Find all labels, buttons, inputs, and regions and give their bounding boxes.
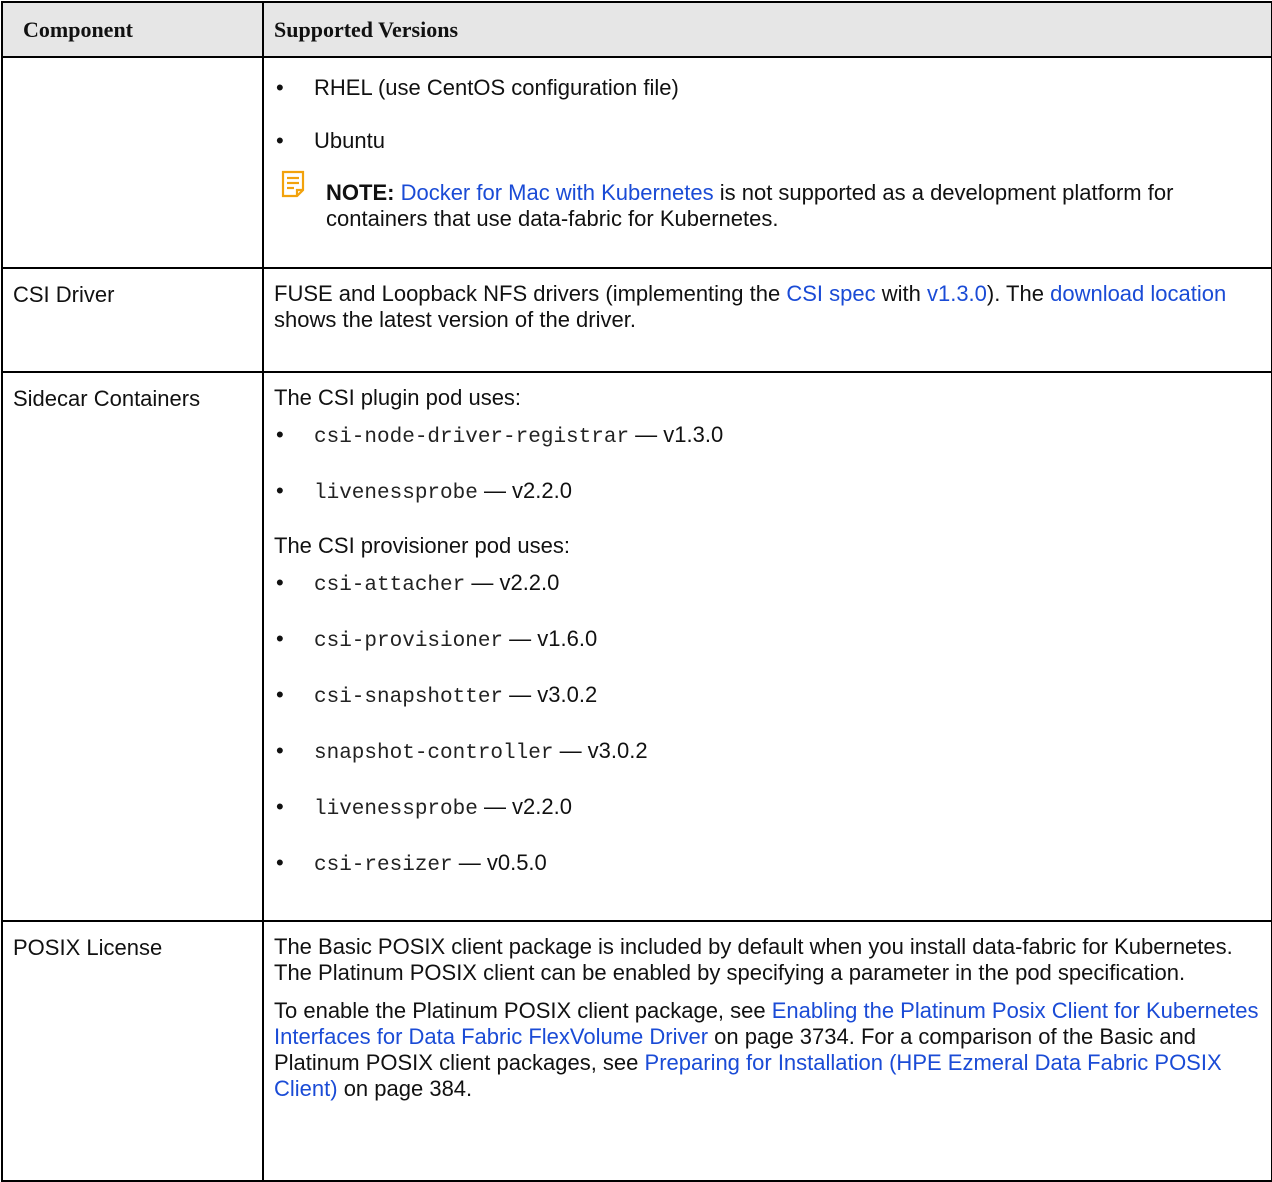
provisioner-intro: The CSI provisioner pod uses:	[274, 533, 570, 558]
posix-paragraph-2: To enable the Platinum POSIX client pack…	[274, 998, 1259, 1101]
list-item: • csi-resizer — v0.5.0	[276, 850, 547, 877]
versions-cell: The Basic POSIX client package is includ…	[262, 920, 1272, 1182]
list-item: • Ubuntu	[276, 128, 385, 153]
supported-versions-table: Component Supported Versions • RHEL (use…	[1, 1, 1272, 1182]
component-cell-empty	[1, 56, 264, 269]
component-cell: Sidecar Containers	[1, 371, 264, 922]
csi-version-link[interactable]: v1.3.0	[927, 281, 987, 306]
table-header-row: Component Supported Versions	[1, 1, 1272, 58]
download-location-link[interactable]: download location	[1050, 281, 1226, 306]
table-row: Sidecar Containers The CSI plugin pod us…	[1, 371, 1272, 922]
header-component: Component	[1, 1, 264, 58]
list-item: • RHEL (use CentOS configuration file)	[276, 75, 679, 100]
posix-paragraph-1: The Basic POSIX client package is includ…	[274, 934, 1233, 985]
header-supported-versions: Supported Versions	[262, 1, 1272, 58]
versions-cell: • RHEL (use CentOS configuration file) •…	[262, 56, 1272, 269]
note-callout: NOTE: Docker for Mac with Kubernetes is …	[274, 170, 1261, 232]
list-item: • csi-node-driver-registrar — v1.3.0	[276, 422, 724, 449]
table-row: • RHEL (use CentOS configuration file) •…	[1, 56, 1272, 269]
table-row: CSI Driver FUSE and Loopback NFS drivers…	[1, 267, 1272, 373]
versions-cell: FUSE and Loopback NFS drivers (implement…	[262, 267, 1272, 373]
docker-for-mac-link[interactable]: Docker for Mac with Kubernetes	[401, 180, 714, 205]
list-item: • csi-snapshotter — v3.0.2	[276, 682, 598, 709]
list-item: • livenessprobe — v2.2.0	[276, 794, 572, 821]
csi-spec-link[interactable]: CSI spec	[786, 281, 875, 306]
plugin-intro: The CSI plugin pod uses:	[274, 385, 522, 410]
list-item: • csi-attacher — v2.2.0	[276, 570, 560, 597]
component-cell: POSIX License	[1, 920, 264, 1182]
table-row: POSIX License The Basic POSIX client pac…	[1, 920, 1272, 1182]
note-icon	[280, 170, 306, 198]
list-item: • snapshot-controller — v3.0.2	[276, 738, 648, 765]
list-item: • csi-provisioner — v1.6.0	[276, 626, 598, 653]
component-cell: CSI Driver	[1, 267, 264, 373]
note-label: NOTE:	[326, 180, 395, 205]
list-item: • livenessprobe — v2.2.0	[276, 478, 572, 505]
versions-cell: The CSI plugin pod uses: • csi-node-driv…	[262, 371, 1272, 922]
